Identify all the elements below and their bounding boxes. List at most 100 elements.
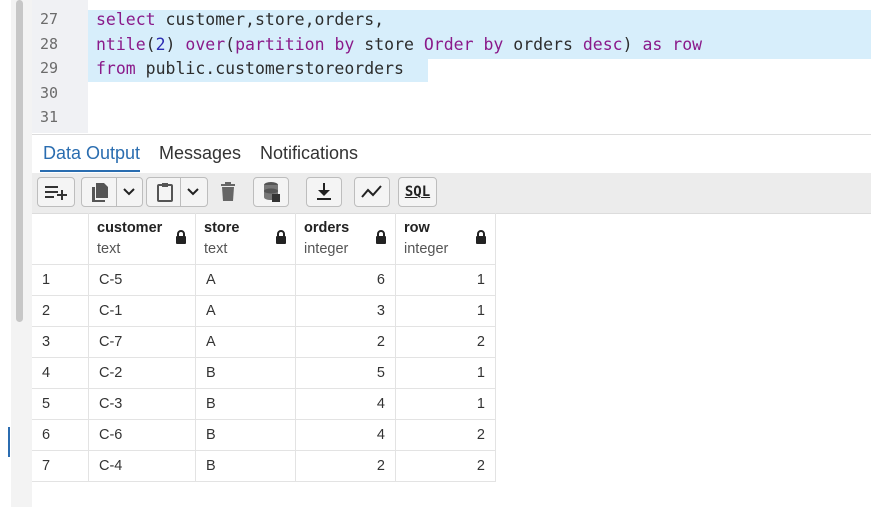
- column-type: text: [97, 241, 121, 257]
- cell-customer[interactable]: C-5: [89, 265, 196, 296]
- code-text: (: [145, 35, 156, 54]
- keyword: row: [672, 35, 703, 54]
- line-number: 31: [40, 108, 59, 126]
- query-editor[interactable]: 27 28 29 30 31 select customer,store,ord…: [32, 0, 871, 133]
- column-header-store[interactable]: store text: [196, 213, 296, 265]
- row-number[interactable]: 6: [32, 420, 89, 451]
- column-header-row[interactable]: row integer: [396, 213, 496, 265]
- column-type: integer: [404, 241, 449, 257]
- add-row-button[interactable]: [37, 177, 75, 207]
- data-toolbar: SQL: [32, 173, 871, 214]
- row-number-header: [32, 213, 89, 265]
- keyword: Order by: [423, 35, 504, 54]
- keyword: select: [96, 10, 156, 29]
- line-number-gutter: 27 28 29 30 31: [32, 0, 88, 133]
- delete-button[interactable]: [212, 177, 244, 207]
- code-text: ): [622, 35, 643, 54]
- sql-icon: SQL: [404, 184, 431, 200]
- keyword: over: [185, 35, 226, 54]
- cell-store[interactable]: A: [196, 327, 296, 358]
- tab-messages[interactable]: Messages: [159, 143, 241, 164]
- lock-icon: [176, 230, 186, 244]
- cell-row[interactable]: 2: [396, 451, 496, 482]
- cell-customer[interactable]: C-7: [89, 327, 196, 358]
- lock-icon: [376, 230, 386, 244]
- paste-button[interactable]: [146, 177, 208, 207]
- cell-store[interactable]: B: [196, 358, 296, 389]
- row-number[interactable]: 4: [32, 358, 89, 389]
- cell-row[interactable]: 1: [396, 389, 496, 420]
- vertical-scrollbar-thumb[interactable]: [16, 0, 23, 322]
- paste-icon: [156, 183, 173, 202]
- column-name: customer: [97, 220, 163, 236]
- code-text: orders: [503, 35, 583, 54]
- keyword: desc: [582, 35, 623, 54]
- column-type: integer: [304, 241, 349, 257]
- row-number[interactable]: 2: [32, 296, 89, 327]
- active-row-marker: [8, 427, 10, 457]
- column-name: store: [204, 220, 240, 236]
- tab-data-output[interactable]: Data Output: [43, 143, 140, 164]
- code-text: store: [354, 35, 424, 54]
- cell-orders[interactable]: 6: [296, 265, 396, 296]
- code-text: public.customerstoreorders: [135, 59, 404, 78]
- cell-store[interactable]: A: [196, 296, 296, 327]
- chevron-down-icon: [186, 188, 199, 196]
- cell-customer[interactable]: C-6: [89, 420, 196, 451]
- cell-customer[interactable]: C-4: [89, 451, 196, 482]
- lock-icon: [276, 230, 286, 244]
- cell-customer[interactable]: C-1: [89, 296, 196, 327]
- cell-customer[interactable]: C-2: [89, 358, 196, 389]
- column-type: text: [204, 241, 228, 257]
- cell-store[interactable]: A: [196, 265, 296, 296]
- cell-orders[interactable]: 4: [296, 389, 396, 420]
- download-button[interactable]: [306, 177, 342, 207]
- code-line-29[interactable]: from public.customerstoreorders: [96, 59, 404, 78]
- graph-visualiser-icon: [361, 185, 382, 198]
- cell-store[interactable]: B: [196, 451, 296, 482]
- tab-notifications[interactable]: Notifications: [260, 143, 358, 164]
- cell-row[interactable]: 2: [396, 420, 496, 451]
- cell-orders[interactable]: 3: [296, 296, 396, 327]
- save-data-button[interactable]: [253, 177, 289, 207]
- code-text: ): [165, 35, 186, 54]
- chevron-down-icon: [122, 188, 135, 196]
- cell-orders[interactable]: 2: [296, 327, 396, 358]
- column-header-customer[interactable]: customer text: [89, 213, 196, 265]
- left-panel-strip: [0, 0, 32, 507]
- cell-store[interactable]: B: [196, 389, 296, 420]
- cell-store[interactable]: B: [196, 420, 296, 451]
- graph-visualiser-button[interactable]: [354, 177, 390, 207]
- keyword: as: [642, 35, 663, 54]
- active-tab-indicator: [40, 170, 140, 172]
- cell-orders[interactable]: 4: [296, 420, 396, 451]
- delete-icon: [221, 182, 235, 201]
- keyword: from: [96, 59, 136, 78]
- cell-row[interactable]: 1: [396, 296, 496, 327]
- line-number: 28: [40, 35, 59, 53]
- column-header-orders[interactable]: orders integer: [296, 213, 396, 265]
- number-literal: 2: [155, 35, 166, 54]
- row-number[interactable]: 1: [32, 265, 89, 296]
- sql-button[interactable]: SQL: [398, 177, 437, 207]
- cell-orders[interactable]: 2: [296, 451, 396, 482]
- cell-customer[interactable]: C-3: [89, 389, 196, 420]
- copy-button[interactable]: [81, 177, 143, 207]
- cell-orders[interactable]: 5: [296, 358, 396, 389]
- cell-row[interactable]: 2: [396, 327, 496, 358]
- row-number[interactable]: 3: [32, 327, 89, 358]
- line-number: 27: [40, 10, 59, 28]
- result-tabs: Data Output Messages Notifications: [32, 134, 871, 173]
- lock-icon: [476, 230, 486, 244]
- row-number[interactable]: 5: [32, 389, 89, 420]
- code-text: customer,store,orders,: [155, 10, 385, 29]
- cell-row[interactable]: 1: [396, 265, 496, 296]
- keyword: partition by: [235, 35, 355, 54]
- code-line-27[interactable]: select customer,store,orders,: [96, 10, 384, 29]
- cell-row[interactable]: 1: [396, 358, 496, 389]
- code-line-28[interactable]: ntile(2) over(partition by store Order b…: [96, 35, 702, 54]
- row-number[interactable]: 7: [32, 451, 89, 482]
- line-number: 29: [40, 59, 59, 77]
- copy-icon: [91, 183, 108, 202]
